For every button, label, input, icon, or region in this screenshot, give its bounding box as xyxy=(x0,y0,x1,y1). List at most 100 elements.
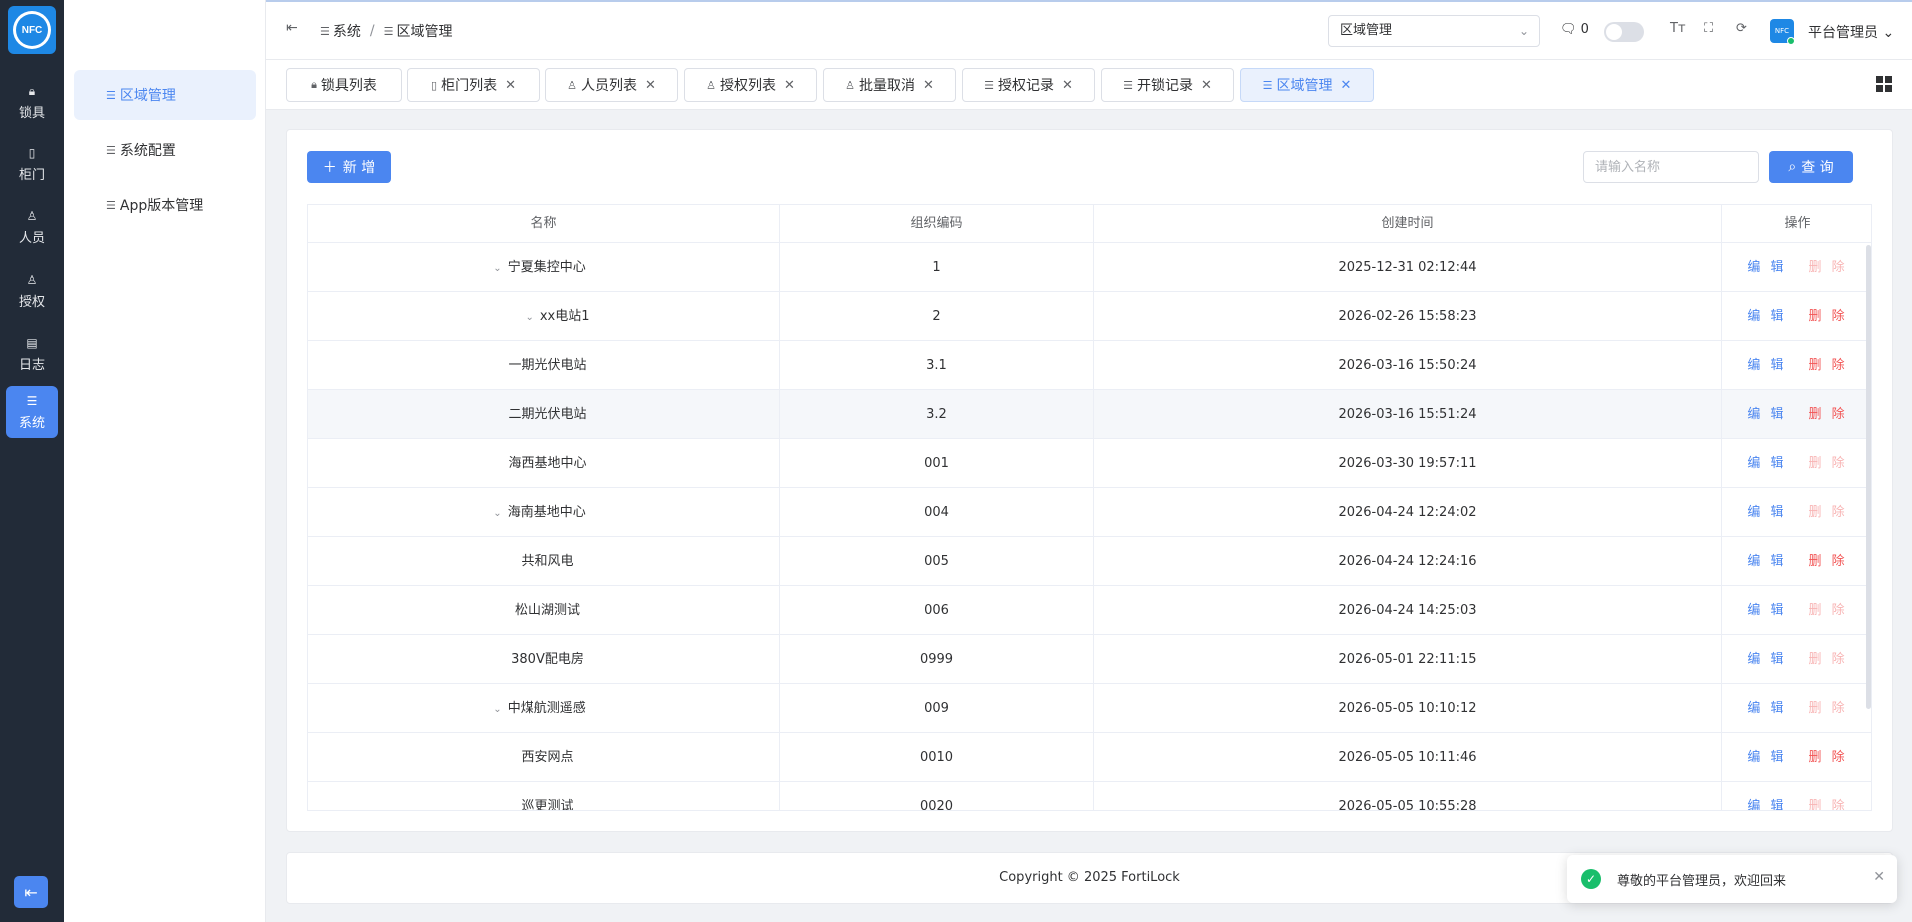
tab-lock-list[interactable]: 🔒︎ 锁具列表 xyxy=(286,68,402,102)
row-actions: 编 辑删 除 xyxy=(1722,733,1871,782)
close-icon[interactable]: ✕ xyxy=(505,78,516,93)
tab-door-list[interactable]: ▯ 柜门列表 ✕ xyxy=(407,68,540,102)
close-icon[interactable]: ✕ xyxy=(784,78,795,93)
theme-toggle[interactable] xyxy=(1604,22,1644,42)
edit-button[interactable]: 编 辑 xyxy=(1747,407,1786,422)
user-key-icon: ♙ xyxy=(26,272,38,287)
rail-item-locks[interactable]: 🔒︎ 锁具 xyxy=(6,76,58,128)
system-icon: ☰ xyxy=(26,393,38,408)
row-actions: 编 辑删 除 xyxy=(1722,684,1871,733)
breadcrumb-item[interactable]: 系统 xyxy=(333,21,361,41)
grid-menu-icon[interactable] xyxy=(1876,76,1892,92)
close-icon[interactable]: ✕ xyxy=(1062,78,1073,93)
table-row[interactable]: 松山湖测试 006 2026-04-24 14:25:03 编 辑 删 除 xyxy=(308,586,1871,635)
area-select[interactable]: 区域管理 ⌄ xyxy=(1328,15,1540,47)
lock-icon: 🔒︎ xyxy=(311,78,317,91)
collapse-left-icon[interactable]: ⇤ xyxy=(14,876,48,908)
rail-item-doors[interactable]: ▯ 柜门 xyxy=(6,138,58,190)
content-card: ＋ 新 增 ⌕ 查 询 名称 组织编码 创建时间 操作 ⌄ 宁夏集控中心 12025… xyxy=(286,129,1893,832)
top-header: ⇤ ☰ 系统 / ☰ 区域管理 区域管理 ⌄ 🗨︎ 0 Tт ⛶ ⟳ NFC 平… xyxy=(266,0,1912,60)
edit-button[interactable]: 编 辑 xyxy=(1747,750,1786,765)
submenu-item-system-config[interactable]: ☰ 系统配置 xyxy=(74,125,256,175)
fullscreen-icon[interactable]: ⛶ xyxy=(1704,21,1713,36)
breadcrumb-separator: / xyxy=(369,23,375,39)
tab-authorization-records[interactable]: ☰ 授权记录 ✕ xyxy=(962,68,1095,102)
table-row[interactable]: ⌄ 海南基地中心 004 2026-04-24 12:24:02 编 辑 删 除 xyxy=(308,488,1871,537)
message-icon: 🗨︎ xyxy=(1560,22,1577,37)
table-row[interactable]: 巡更测试 0020 2026-05-05 10:55:28 编 辑 删 除 xyxy=(308,782,1871,810)
tab-batch-cancel[interactable]: ♙ 批量取消 ✕ xyxy=(823,68,956,102)
table-scrollbar[interactable] xyxy=(1866,245,1871,709)
rail-item-personnel[interactable]: ♙ 人员 xyxy=(6,201,58,253)
tab-authorization-list[interactable]: ♙ 授权列表 ✕ xyxy=(684,68,817,102)
rail-item-authorization[interactable]: ♙ 授权 xyxy=(6,265,58,317)
rail-item-system[interactable]: ☰ 系统 xyxy=(6,386,58,438)
system-icon: ☰ xyxy=(320,24,330,38)
row-actions: 编 辑删 除 xyxy=(1722,243,1871,292)
expand-arrow-icon[interactable]: ⌄ xyxy=(493,508,501,519)
delete-button[interactable]: 删 除 xyxy=(1809,309,1848,324)
row-created: 2026-05-05 10:55:28 xyxy=(1094,782,1722,810)
expand-arrow-icon[interactable]: ⌄ xyxy=(493,263,501,274)
column-header-name: 名称 xyxy=(308,205,780,243)
close-icon[interactable]: ✕ xyxy=(1201,78,1212,93)
edit-button[interactable]: 编 辑 xyxy=(1747,701,1786,716)
delete-button[interactable]: 删 除 xyxy=(1809,407,1848,422)
edit-button[interactable]: 编 辑 xyxy=(1747,505,1786,520)
row-code: 0020 xyxy=(780,782,1094,810)
name-cell: 380V配电房 xyxy=(308,635,780,684)
rail-item-logs[interactable]: ▤ 日志 xyxy=(6,328,58,380)
delete-button[interactable]: 删 除 xyxy=(1809,554,1848,569)
close-icon[interactable]: ✕ xyxy=(923,78,934,93)
expand-arrow-icon[interactable]: ⌄ xyxy=(525,312,533,323)
close-icon[interactable]: ✕ xyxy=(1340,78,1351,93)
edit-button[interactable]: 编 辑 xyxy=(1747,554,1786,569)
table-row[interactable]: ⌄ xx电站1 2 2026-02-26 15:58:23 编 辑 删 除 xyxy=(308,292,1871,341)
add-button[interactable]: ＋ 新 增 xyxy=(307,151,391,183)
table-row[interactable]: 380V配电房 0999 2026-05-01 22:11:15 编 辑 删 除 xyxy=(308,635,1871,684)
tab-label: 开锁记录 xyxy=(1136,78,1193,94)
submenu-item-area-management[interactable]: ☰ 区域管理 xyxy=(74,70,256,120)
tab-label: 区域管理 xyxy=(1276,78,1333,94)
refresh-icon[interactable]: ⟳ xyxy=(1736,21,1747,36)
tab-area-management[interactable]: ☰ 区域管理 ✕ xyxy=(1240,68,1374,102)
row-created: 2026-03-30 19:57:11 xyxy=(1094,439,1722,488)
delete-button[interactable]: 删 除 xyxy=(1809,750,1848,765)
delete-button: 删 除 xyxy=(1808,505,1848,520)
edit-button[interactable]: 编 辑 xyxy=(1747,260,1786,275)
row-code: 001 xyxy=(780,439,1094,488)
edit-button[interactable]: 编 辑 xyxy=(1747,309,1786,324)
nav-rail: NFC 🔒︎ 锁具 ▯ 柜门 ♙ 人员 ♙ 授权 ▤ 日志 ☰ 系统 ⇤ xyxy=(0,0,64,922)
user-menu[interactable]: 平台管理员 ⌄ xyxy=(1808,22,1894,42)
edit-button[interactable]: 编 辑 xyxy=(1747,603,1786,618)
table-row[interactable]: ⌄ 中煤航测遥感 009 2026-05-05 10:10:12 编 辑 删 除 xyxy=(308,684,1871,733)
edit-button[interactable]: 编 辑 xyxy=(1747,358,1786,373)
row-created: 2026-03-16 15:50:24 xyxy=(1094,341,1722,390)
table-row[interactable]: 西安网点 0010 2026-05-05 10:11:46 编 辑 删 除 xyxy=(308,733,1871,782)
plus-icon: ＋ xyxy=(322,160,337,176)
expand-arrow-icon[interactable]: ⌄ xyxy=(493,704,501,715)
table-row[interactable]: 二期光伏电站 3.2 2026-03-16 15:51:24 编 辑 删 除 xyxy=(308,390,1871,439)
font-size-icon[interactable]: Tт xyxy=(1670,21,1686,36)
submenu-item-app-version[interactable]: ☰ App版本管理 xyxy=(74,180,256,230)
table-row[interactable]: 海西基地中心 001 2026-03-30 19:57:11 编 辑 删 除 xyxy=(308,439,1871,488)
row-code: 3.1 xyxy=(780,341,1094,390)
tab-personnel-list[interactable]: ♙ 人员列表 ✕ xyxy=(545,68,678,102)
table-row[interactable]: 一期光伏电站 3.1 2026-03-16 15:50:24 编 辑 删 除 xyxy=(308,341,1871,390)
table-row[interactable]: ⌄ 宁夏集控中心 1 2025-12-31 02:12:44 编 辑 删 除 xyxy=(308,243,1871,292)
close-icon[interactable]: ✕ xyxy=(645,78,656,93)
collapse-sidebar-icon[interactable]: ⇤ xyxy=(286,20,298,36)
edit-button[interactable]: 编 辑 xyxy=(1747,456,1786,471)
edit-button[interactable]: 编 辑 xyxy=(1747,652,1786,667)
message-indicator[interactable]: 🗨︎ 0 xyxy=(1560,22,1589,37)
delete-button[interactable]: 删 除 xyxy=(1809,358,1848,373)
submenu-item-label: 区域管理 xyxy=(119,88,176,104)
search-input[interactable] xyxy=(1583,151,1759,183)
tab-unlock-records[interactable]: ☰ 开锁记录 ✕ xyxy=(1101,68,1234,102)
query-button[interactable]: ⌕ 查 询 xyxy=(1769,151,1853,183)
close-icon[interactable]: ✕ xyxy=(1873,869,1885,885)
name-cell: 海西基地中心 xyxy=(308,439,780,488)
table-row[interactable]: 共和风电 005 2026-04-24 12:24:16 编 辑 删 除 xyxy=(308,537,1871,586)
row-created: 2026-03-16 15:51:24 xyxy=(1094,390,1722,439)
edit-button[interactable]: 编 辑 xyxy=(1747,799,1786,810)
